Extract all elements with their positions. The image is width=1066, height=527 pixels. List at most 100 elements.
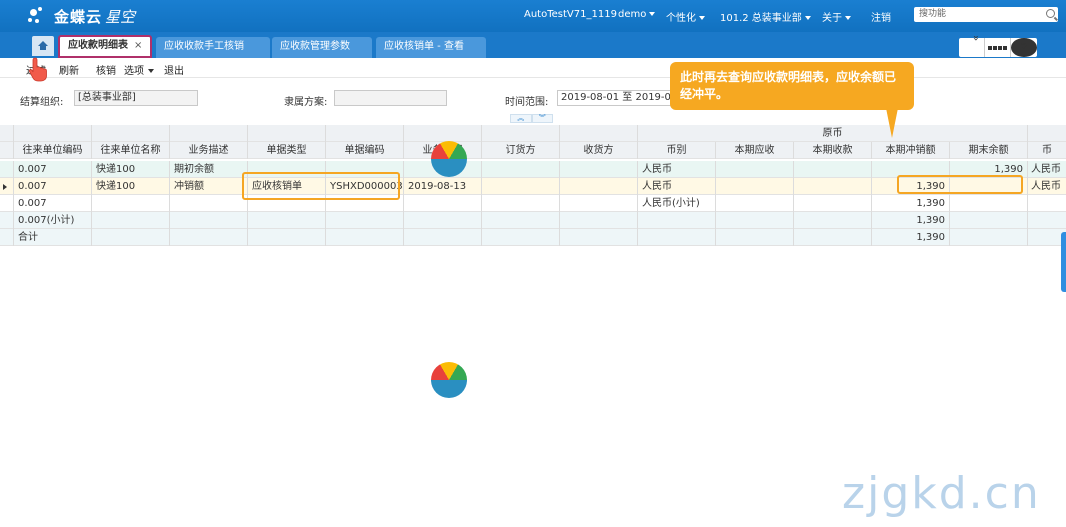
- cell-ending-balance: [950, 229, 1028, 246]
- layout-button[interactable]: [985, 38, 1011, 57]
- logout-link[interactable]: 注销: [871, 9, 891, 24]
- cell-business-date: [404, 195, 482, 212]
- verify-button[interactable]: 核销: [96, 62, 116, 77]
- settle-org-label: 结算组织:: [20, 97, 64, 108]
- cell-order-party: [482, 178, 560, 195]
- cell-business-desc: 期初余额: [170, 161, 248, 178]
- row-pointer-icon: [3, 184, 7, 190]
- cell-business-desc: [170, 195, 248, 212]
- chevron-down-icon: [148, 69, 154, 73]
- date-range-field[interactable]: 2019-08-01 至 2019-08-1: [557, 90, 672, 106]
- cell-doc-number: [326, 212, 404, 229]
- cell-period-writeoff: 1,390: [872, 195, 950, 212]
- cell-currency: [638, 229, 716, 246]
- cell-period-receivable: [716, 195, 794, 212]
- cell-order-party: [482, 161, 560, 178]
- tab-label: 应收核销单 - 查看: [384, 41, 464, 52]
- user-menu[interactable]: demo: [618, 9, 656, 20]
- cell-business-desc: [170, 229, 248, 246]
- settle-org-field[interactable]: [总装事业部]: [74, 90, 198, 106]
- about-menu[interactable]: 关于: [822, 9, 851, 24]
- annotation-callout: 此时再去查询应收款明细表，应收余额已经冲平。: [670, 62, 914, 110]
- col-header-currency[interactable]: 币别: [638, 142, 716, 159]
- cell-period-writeoff: 1,390: [872, 212, 950, 229]
- search-placeholder: 搜功能: [919, 9, 947, 19]
- date-range-label: 时间范围:: [505, 97, 549, 108]
- cell-receive-party: [560, 229, 638, 246]
- cell-partner-code: 合计: [14, 229, 92, 246]
- cell-partner-name: 快递100: [92, 161, 170, 178]
- search-input[interactable]: 搜功能: [914, 7, 1058, 22]
- table-row[interactable]: 0.007 人民币(小计) 1,390: [0, 195, 1066, 212]
- cell-receive-party: [560, 178, 638, 195]
- table-row[interactable]: 0.007(小计) 1,390: [0, 212, 1066, 229]
- refresh-button[interactable]: 刷新: [59, 62, 79, 77]
- col-header-partner-code[interactable]: 往来单位编码: [14, 142, 92, 159]
- col-header-period-receivable[interactable]: 本期应收: [716, 142, 794, 159]
- cell-order-party: [482, 212, 560, 229]
- cell-doc-type: [248, 229, 326, 246]
- cell-order-party: [482, 229, 560, 246]
- cell-business-desc: 冲销额: [170, 178, 248, 195]
- tab-manual-verify[interactable]: 应收收款手工核销: [156, 37, 270, 58]
- col-header-period-received[interactable]: 本期收款: [794, 142, 872, 159]
- col-header-business-desc[interactable]: 业务描述: [170, 142, 248, 159]
- cell-period-received: [794, 161, 872, 178]
- col-header-order-party[interactable]: 订货方: [482, 142, 560, 159]
- exit-button[interactable]: 退出: [164, 62, 184, 77]
- scheme-field[interactable]: [334, 90, 447, 106]
- tab-tools: » ?: [959, 35, 1037, 57]
- collapse-up-icon[interactable]: ︽: [510, 114, 532, 123]
- logo-dots-icon: [28, 6, 50, 27]
- cell-currency-2: [1028, 195, 1066, 212]
- cell-business-desc: [170, 212, 248, 229]
- personalize-menu[interactable]: 个性化: [666, 9, 705, 24]
- cell-partner-code: 0.007: [14, 161, 92, 178]
- tab-bar: 应收款明细表 × 应收收款手工核销 应收款管理参数 应收核销单 - 查看 » ?: [0, 32, 1066, 58]
- cell-currency-2: 人民币: [1031, 181, 1061, 192]
- cell-order-party: [482, 195, 560, 212]
- group-header-row: 原币: [0, 125, 1066, 142]
- org-menu[interactable]: 101.2 总装事业部: [720, 9, 811, 24]
- cell-partner-code: 0.007: [14, 178, 92, 195]
- about-label: 关于: [822, 13, 842, 24]
- tab-verify-view[interactable]: 应收核销单 - 查看: [376, 37, 486, 58]
- callout-pointer: [886, 108, 898, 138]
- cell-partner-name: 快递100: [92, 178, 170, 195]
- col-header-ending-balance[interactable]: 期末余额: [950, 142, 1028, 159]
- cell-period-received: [794, 212, 872, 229]
- col-header-receive-party[interactable]: 收货方: [560, 142, 638, 159]
- help-button[interactable]: ?: [1011, 38, 1037, 57]
- cell-currency: 人民币(小计): [638, 195, 716, 212]
- options-menu[interactable]: 选项: [124, 62, 154, 77]
- table-row[interactable]: 合计 1,390: [0, 229, 1066, 246]
- app-brand: 金蝶云: [54, 8, 103, 26]
- hand-cursor-icon: [28, 57, 47, 82]
- col-header-doc-type[interactable]: 单据类型: [248, 142, 326, 159]
- help-icon: ?: [1011, 38, 1037, 57]
- scheme-label: 隶属方案:: [284, 97, 328, 108]
- filter-collapse-toggle[interactable]: ︽ ︾: [510, 114, 553, 123]
- loading-spinner-icon: [431, 141, 467, 177]
- cell-currency: 人民币: [638, 161, 716, 178]
- personalize-label: 个性化: [666, 13, 696, 24]
- tab-receivable-detail[interactable]: 应收款明细表 ×: [58, 35, 153, 58]
- cell-period-receivable: [716, 178, 794, 195]
- tab-receivable-params[interactable]: 应收款管理参数: [272, 37, 372, 58]
- cell-currency-2: [1028, 212, 1066, 229]
- collapse-down-icon[interactable]: ︾: [531, 114, 553, 123]
- search-icon[interactable]: [1046, 9, 1055, 18]
- cell-ending-balance: [950, 195, 1028, 212]
- home-tab[interactable]: [32, 36, 54, 56]
- side-panel-handle[interactable]: [1061, 232, 1066, 292]
- tenant-name: AutoTestV71_1119: [524, 9, 617, 20]
- cell-period-received: [794, 178, 872, 195]
- app-logo[interactable]: 金蝶云 星空: [28, 6, 135, 27]
- close-icon[interactable]: ×: [134, 40, 142, 51]
- cell-receive-party: [560, 212, 638, 229]
- col-header-currency-2[interactable]: 币: [1028, 142, 1066, 159]
- col-header-period-writeoff[interactable]: 本期冲销额: [872, 142, 950, 159]
- col-header-doc-number[interactable]: 单据编码: [326, 142, 404, 159]
- col-header-partner-name[interactable]: 往来单位名称: [92, 142, 170, 159]
- collapse-tabs-button[interactable]: »: [959, 35, 985, 57]
